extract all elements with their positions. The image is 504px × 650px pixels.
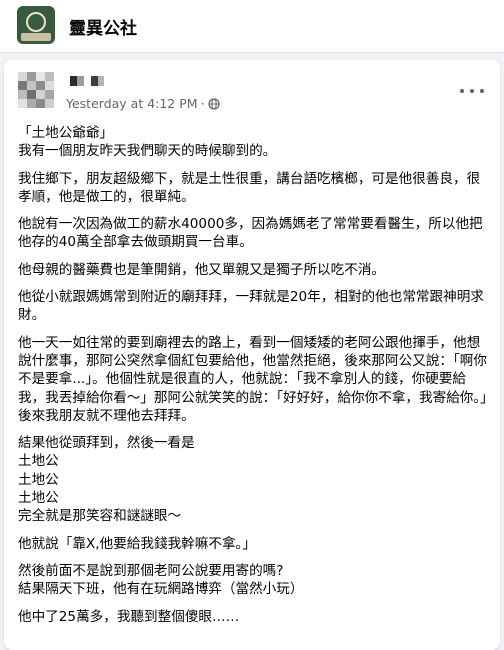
more-horizontal-icon[interactable]	[460, 84, 484, 98]
post-meta: Yesterday at 4:12 PM ·	[66, 96, 220, 111]
post-paragraph: 他就說「靠X,他要給我錢我幹嘛不拿。」	[18, 535, 256, 552]
globe-icon[interactable]	[207, 97, 220, 110]
post-paragraph: 結果他從頭拜到，然後一看是 土地公 土地公 土地公 完全就是那笑容和謎謎眼～	[18, 435, 195, 525]
group-avatar-base	[21, 33, 51, 41]
post-paragraph: 他一天一如往常的要到廟裡去的路上，看到一個矮矮的老阿公跟他揮手，他想說什麼事，那…	[18, 334, 487, 424]
group-avatar-emblem	[26, 12, 46, 32]
post-paragraph: 他中了25萬多，我聽到整個傻眼……	[18, 608, 240, 625]
post-timestamp[interactable]: Yesterday at 4:12 PM	[66, 96, 198, 111]
group-name[interactable]: 靈異公社	[69, 14, 137, 39]
group-header: 靈異公社	[0, 0, 504, 53]
post-paragraph: 他說有一次因為做工的薪水40000多，因為媽媽老了常常要看醫生，所以他把他存的4…	[18, 216, 483, 251]
post-paragraph: 然後前面不是說到那個老阿公說要用寄的嗎? 結果隔天下班，他有在玩網路博弈（當然小…	[18, 562, 304, 598]
post-paragraph: 他從小就跟媽媽常到附近的廟拜拜，一拜就是20年，相對的他也常常跟神明求財。	[18, 289, 484, 324]
post-paragraph: 「土地公爺爺」 我有一個朋友昨天我們聊天的時候聊到的。	[18, 125, 277, 160]
post-paragraph: 我住鄉下，朋友超級鄉下，就是土性很重，講台語吃檳榔，可是他很善良，很孝順，他是做…	[18, 170, 481, 205]
author-name-redacted[interactable]	[70, 76, 104, 86]
author-avatar[interactable]	[18, 72, 54, 108]
post-paragraph: 他母親的醫藥費也是筆開銷，他又單親又是獨子所以吃不消。	[18, 261, 386, 278]
post-card: Yesterday at 4:12 PM · 「土地公爺爺」 我有一個朋友昨天我…	[4, 60, 500, 650]
group-avatar[interactable]	[17, 6, 55, 44]
meta-separator: ·	[200, 96, 205, 111]
post-body: 「土地公爺爺」 我有一個朋友昨天我們聊天的時候聊到的。 我住鄉下，朋友超級鄉下，…	[18, 124, 488, 635]
